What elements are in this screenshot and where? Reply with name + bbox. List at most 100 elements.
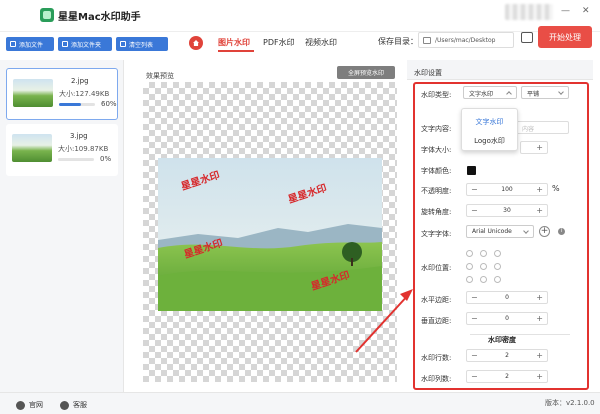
position-dot[interactable]: [480, 250, 487, 257]
rotation-label: 旋转角度:: [421, 208, 452, 216]
watermark-position-label: 水印位置:: [421, 264, 452, 272]
chevron-down-icon: [558, 89, 564, 95]
minimize-button[interactable]: —: [561, 6, 570, 16]
clear-list-button[interactable]: 清空列表: [116, 37, 168, 51]
add-folder-button[interactable]: 添加文件夹: [58, 37, 112, 51]
info-icon[interactable]: i: [558, 228, 565, 235]
tab-pdf-watermark[interactable]: PDF水印: [263, 37, 295, 48]
settings-title: 水印设置: [414, 69, 442, 77]
support-link[interactable]: 客服: [60, 400, 87, 410]
chevron-down-icon: [523, 228, 529, 234]
file-thumbnail: [13, 79, 53, 107]
font-size-label: 字体大小:: [421, 146, 452, 154]
vertical-margin-increase-button[interactable]: +: [536, 314, 543, 323]
text-content-hint: 内容: [522, 126, 535, 133]
rows-value: 2: [505, 352, 509, 359]
rows-increase-button[interactable]: +: [536, 351, 543, 360]
fullscreen-preview-button[interactable]: 全屏预览水印: [337, 66, 395, 79]
blurred-region: [505, 4, 553, 20]
plus-icon: [10, 41, 16, 47]
position-dot[interactable]: [480, 276, 487, 283]
vertical-margin-stepper[interactable]: − 0 +: [466, 312, 548, 325]
font-family-select[interactable]: Arial Unicode: [466, 225, 534, 238]
file-name: 3.jpg: [70, 132, 88, 140]
vertical-margin-value: 0: [505, 315, 509, 322]
file-progress-text: 0%: [100, 155, 112, 163]
active-tab-indicator: [218, 50, 254, 52]
horizontal-margin-label: 水平边距:: [421, 296, 452, 304]
website-label: 官网: [29, 401, 43, 409]
support-label: 客服: [73, 401, 87, 409]
version-text: 版本：v2.1.0.0: [545, 399, 595, 407]
file-item[interactable]: 2.jpg 大小:127.49KB 60%: [6, 68, 118, 120]
position-dot[interactable]: [466, 263, 473, 270]
font-color-swatch[interactable]: [467, 166, 476, 175]
add-folder-label: 添加文件夹: [71, 41, 102, 49]
position-dot[interactable]: [466, 276, 473, 283]
opacity-label: 不透明度:: [421, 187, 452, 195]
file-progress-bar: [58, 158, 94, 161]
position-dot[interactable]: [480, 263, 487, 270]
watermark-type-dropdown: 文字水印 Logo水印: [461, 108, 518, 151]
add-file-label: 添加文件: [19, 41, 44, 49]
text-content-label: 文字内容:: [421, 125, 452, 133]
dropdown-option-logo-watermark[interactable]: Logo水印: [462, 136, 517, 146]
website-link[interactable]: 官网: [16, 400, 43, 410]
file-name: 2.jpg: [71, 77, 89, 85]
font-color-label: 字体颜色:: [421, 167, 452, 175]
horizontal-margin-increase-button[interactable]: +: [536, 293, 543, 302]
rotation-stepper[interactable]: − 30 +: [466, 204, 548, 217]
position-dot[interactable]: [494, 250, 501, 257]
position-dot[interactable]: [494, 263, 501, 270]
file-size: 大小:127.49KB: [59, 90, 110, 98]
dropdown-option-text-watermark[interactable]: 文字水印: [462, 117, 517, 127]
columns-label: 水印列数:: [421, 375, 452, 383]
opacity-stepper[interactable]: − 100 +: [466, 183, 548, 196]
tile-mode-select[interactable]: 平铺: [521, 86, 569, 99]
chat-icon: [60, 400, 69, 410]
save-path-field[interactable]: /Users/mac/Desktop: [418, 32, 514, 48]
file-progress-fill: [59, 103, 81, 106]
clear-list-label: 清空列表: [129, 41, 154, 49]
save-dir-label: 保存目录：: [378, 37, 418, 46]
tile-mode-value: 平铺: [527, 91, 540, 98]
home-button[interactable]: [189, 36, 203, 50]
file-progress-bar: [59, 103, 95, 106]
close-button[interactable]: ✕: [582, 6, 590, 16]
horizontal-margin-value: 0: [505, 294, 509, 301]
rotation-value: 30: [503, 207, 511, 214]
columns-value: 2: [505, 373, 509, 380]
font-size-stepper[interactable]: +: [520, 141, 548, 154]
density-section-title: 水印密度: [488, 336, 516, 344]
columns-stepper[interactable]: − 2 +: [466, 370, 548, 383]
chevron-up-icon: [506, 91, 512, 97]
path-icon: [423, 37, 431, 44]
start-processing-button[interactable]: 开始处理: [538, 26, 592, 48]
tab-image-watermark[interactable]: 图片水印: [218, 37, 250, 48]
file-thumbnail: [12, 134, 52, 162]
horizontal-margin-stepper[interactable]: − 0 +: [466, 291, 548, 304]
tab-video-watermark[interactable]: 视频水印: [305, 37, 337, 48]
app-title: 星星Mac水印助手: [58, 12, 141, 23]
opacity-increase-button[interactable]: +: [536, 185, 543, 194]
save-path-value: /Users/mac/Desktop: [435, 37, 496, 44]
browse-folder-icon[interactable]: [521, 32, 533, 43]
font-family-value: Arial Unicode: [472, 228, 512, 235]
vertical-margin-label: 垂直边距:: [421, 317, 452, 325]
rows-stepper[interactable]: − 2 +: [466, 349, 548, 362]
file-progress-text: 60%: [101, 100, 117, 108]
add-file-button[interactable]: 添加文件: [6, 37, 54, 51]
folder-icon: [62, 41, 68, 47]
font-size-increase-button[interactable]: +: [536, 143, 543, 152]
position-dot[interactable]: [466, 250, 473, 257]
opacity-unit: %: [552, 184, 560, 193]
columns-increase-button[interactable]: +: [536, 372, 543, 381]
add-font-button[interactable]: +: [539, 226, 550, 237]
file-item[interactable]: 3.jpg 大小:109.87KB 0%: [6, 124, 118, 176]
rotation-increase-button[interactable]: +: [536, 206, 543, 215]
position-dot[interactable]: [494, 276, 501, 283]
globe-icon: [16, 400, 25, 410]
opacity-value: 100: [501, 186, 513, 193]
watermark-type-label: 水印类型:: [421, 91, 452, 99]
watermark-type-select[interactable]: 文字水印: [463, 86, 517, 99]
